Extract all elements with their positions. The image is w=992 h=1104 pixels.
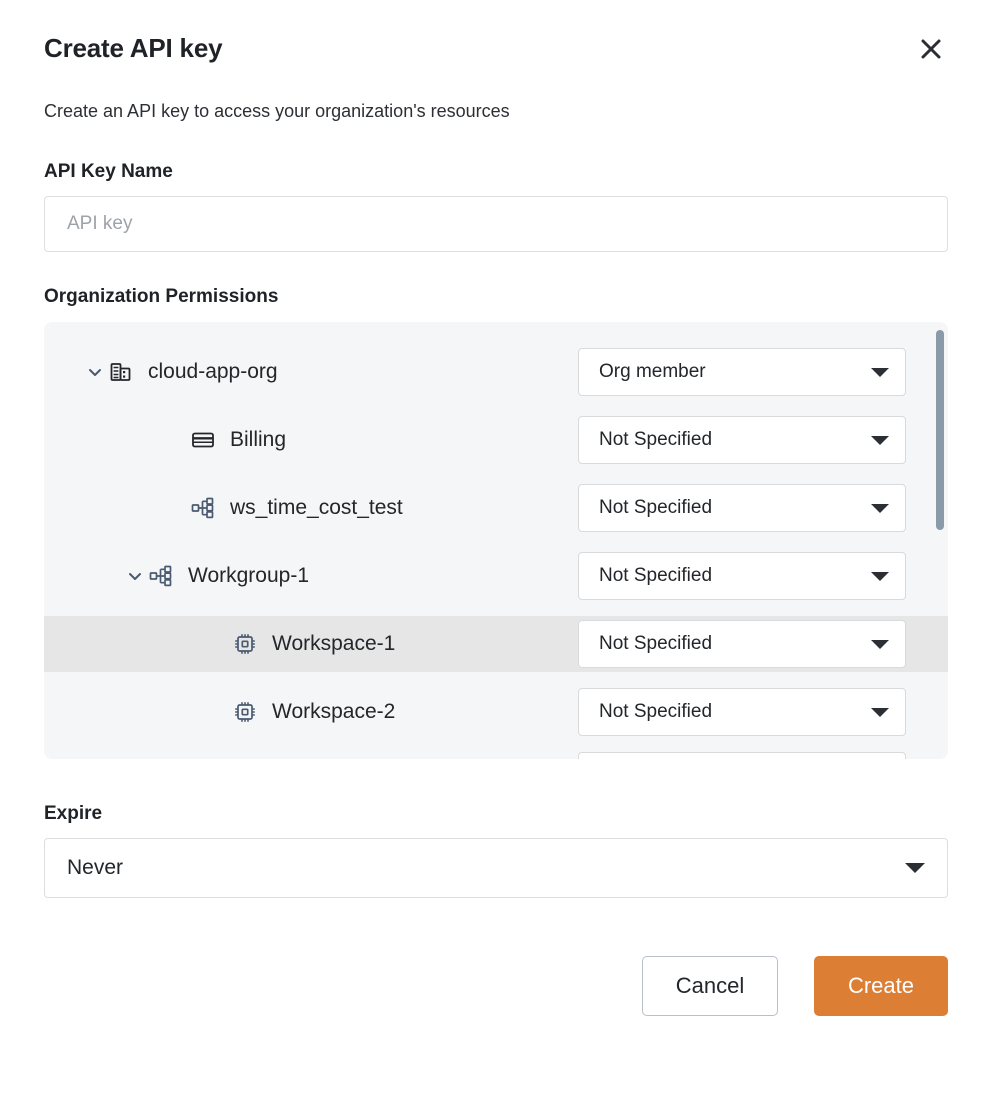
role-select[interactable]: Not Specified — [578, 552, 906, 600]
role-select[interactable]: Not Specified — [578, 688, 906, 736]
role-select-value: Not Specified — [599, 633, 871, 655]
role-select[interactable]: Not Specified — [578, 484, 906, 532]
close-button[interactable] — [914, 32, 948, 66]
tree-row-left: Workspace-2 — [44, 684, 395, 740]
role-select-value: Org member — [599, 361, 871, 383]
role-select-value: Not Specified — [599, 565, 871, 587]
table-row[interactable]: ws_time_cost_test Not Specified — [44, 480, 948, 536]
expire-label: Expire — [44, 801, 948, 827]
close-icon — [919, 37, 943, 61]
dialog-header: Create API key — [44, 0, 948, 66]
tree-node-label: Workspace-1 — [272, 630, 395, 658]
table-row[interactable]: Billing Not Specified — [44, 412, 948, 468]
tree-row-left: Workgroup-1 — [44, 548, 309, 604]
cpu-icon — [232, 699, 258, 725]
tree-node-label: cloud-app-org — [148, 358, 278, 386]
tree-row-left: Billing — [44, 412, 286, 468]
chevron-down-icon — [871, 572, 889, 581]
chevron-down-icon — [871, 640, 889, 649]
chevron-down-icon — [871, 708, 889, 717]
role-select-value: Not Specified — [599, 429, 871, 451]
chevron-down-icon — [871, 368, 889, 377]
create-button[interactable]: Create — [814, 956, 948, 1016]
role-select-value: Not Specified — [599, 701, 871, 723]
cpu-icon — [232, 631, 258, 657]
role-select[interactable]: Not Specified — [578, 416, 906, 464]
scrollbar-track[interactable] — [934, 322, 948, 759]
dialog-subtitle: Create an API key to access your organiz… — [44, 98, 948, 124]
role-select[interactable]: Not Specified — [578, 620, 906, 668]
page-title: Create API key — [44, 30, 948, 66]
table-row[interactable]: Workgroup-1 Not Specified — [44, 548, 948, 604]
expire-select[interactable]: Never — [44, 838, 948, 898]
tree-node-label: Billing — [230, 426, 286, 454]
permission-tree: cloud-app-org Org member Billing Not Specif… — [44, 322, 948, 759]
table-row[interactable]: cloud-app-org Org member — [44, 344, 948, 400]
tree-node-label: ws_time_cost_test — [230, 494, 403, 522]
chevron-down-icon[interactable] — [122, 563, 148, 589]
role-select-value: Not Specified — [599, 497, 871, 519]
table-row-partial[interactable] — [44, 752, 948, 759]
scrollbar-thumb[interactable] — [936, 330, 944, 530]
credit-card-icon — [190, 427, 216, 453]
organization-permissions-label: Organization Permissions — [44, 284, 948, 310]
api-key-name-input[interactable] — [44, 196, 948, 252]
table-row[interactable]: Workspace-2 Not Specified — [44, 684, 948, 740]
expire-select-value: Never — [67, 856, 905, 880]
dialog-footer: Cancel Create — [44, 956, 948, 1016]
tree-row-left: Workspace-1 — [44, 616, 395, 672]
table-row[interactable]: Workspace-1 Not Specified — [44, 616, 948, 672]
role-select[interactable] — [578, 752, 906, 759]
create-api-key-dialog: Create API key Create an API key to acce… — [0, 0, 992, 1104]
chevron-down-icon[interactable] — [82, 359, 108, 385]
tree-row-left: cloud-app-org — [44, 344, 278, 400]
permissions-panel: cloud-app-org Org member Billing Not Specif… — [44, 322, 948, 759]
workgroup-icon — [190, 495, 216, 521]
workgroup-icon — [148, 563, 174, 589]
role-select[interactable]: Org member — [578, 348, 906, 396]
chevron-down-icon — [871, 436, 889, 445]
permissions-scroll-area[interactable]: cloud-app-org Org member Billing Not Specif… — [44, 322, 948, 759]
chevron-down-icon — [905, 863, 925, 873]
tree-node-label: Workspace-2 — [272, 698, 395, 726]
tree-row-left: ws_time_cost_test — [44, 480, 403, 536]
api-key-name-label: API Key Name — [44, 159, 948, 185]
chevron-down-icon — [871, 504, 889, 513]
building-icon — [108, 359, 134, 385]
cancel-button[interactable]: Cancel — [642, 956, 778, 1016]
tree-node-label: Workgroup-1 — [188, 562, 309, 590]
